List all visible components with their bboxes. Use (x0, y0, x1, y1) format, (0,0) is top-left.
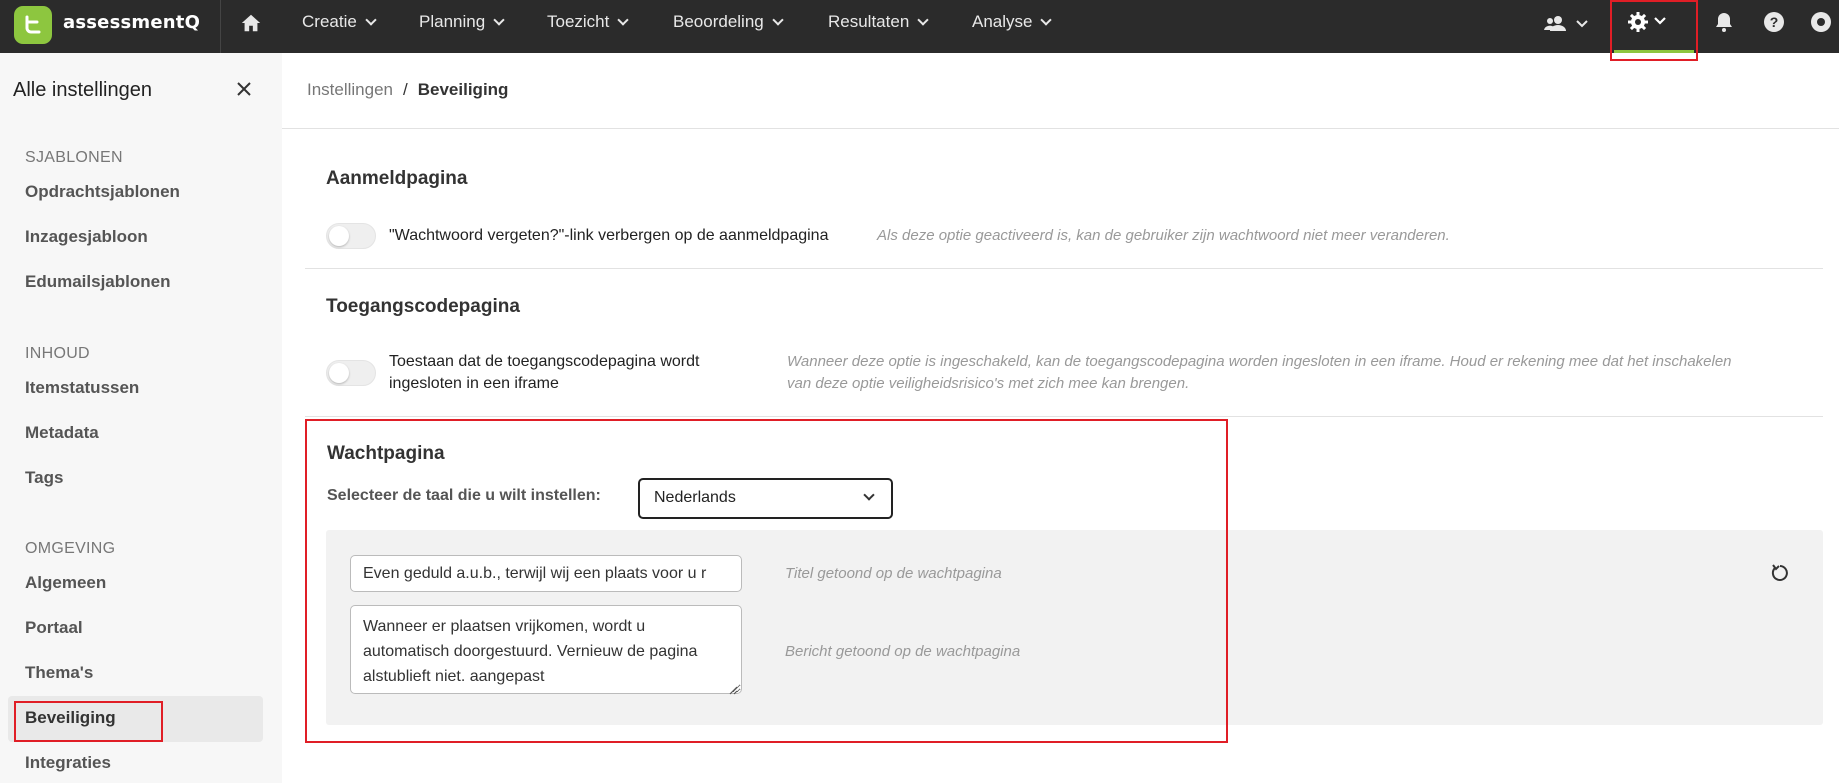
toggle-allow-iframe[interactable] (326, 360, 376, 386)
option-hint-line: van deze optie veiligheidsrisico's met z… (787, 375, 1190, 392)
option-label-hide-forgot-password: "Wachtwoord vergeten?"-link verbergen op… (389, 227, 829, 244)
nav-label: Resultaten (828, 12, 910, 31)
sidebar-item-itemstatussen[interactable]: Itemstatussen (25, 378, 139, 398)
nav-label: Creatie (302, 12, 357, 31)
option-label-line: ingesloten in een iframe (389, 375, 559, 392)
reset-icon[interactable] (1770, 563, 1790, 587)
section-title-login: Aanmeldpagina (326, 168, 468, 189)
option-hint-allow-iframe: Wanneer deze optie is ingeschakeld, kan … (787, 351, 1732, 395)
section-divider (305, 268, 1823, 269)
sidebar-item-opdrachtsjablonen[interactable]: Opdrachtsjablonen (25, 182, 180, 202)
nav-planning[interactable]: Planning (419, 12, 505, 32)
active-item-highlight (14, 701, 163, 742)
sidebar-item-metadata[interactable]: Metadata (25, 423, 99, 443)
sidebar-group-templates: SJABLONEN (25, 149, 123, 166)
nav-label: Planning (419, 12, 486, 31)
chevron-down-icon (917, 13, 929, 26)
divider (220, 0, 221, 53)
brand-name[interactable]: assessmentQ (63, 12, 200, 33)
svg-text:?: ? (1770, 14, 1779, 30)
nav-analyse[interactable]: Analyse (972, 12, 1053, 32)
option-hint-line: Wanneer deze optie is ingeschakeld, kan … (787, 353, 1732, 370)
sidebar-item-themas[interactable]: Thema's (25, 663, 93, 683)
section-title-access-code: Toegangscodepagina (326, 296, 520, 317)
nav-label: Beoordeling (673, 12, 764, 31)
sidebar-group-content: INHOUD (25, 345, 90, 362)
sidebar-item-edumailsjablonen[interactable]: Edumailsjablonen (25, 272, 170, 292)
toggle-hide-forgot-password[interactable] (326, 223, 376, 249)
home-icon[interactable] (240, 12, 262, 38)
sidebar-item-tags[interactable]: Tags (25, 468, 63, 488)
chevron-down-icon (365, 13, 377, 26)
logo-icon[interactable] (14, 6, 52, 44)
waiting-section-highlight (305, 419, 1228, 743)
option-hint-hide-forgot-password: Als deze optie geactiveerd is, kan de ge… (877, 227, 1450, 244)
top-bar: assessmentQ Creatie Planning Toezicht Be… (0, 0, 1839, 53)
option-label-allow-iframe: Toestaan dat de toegangscodepagina wordt… (389, 351, 699, 395)
sidebar-item-integraties[interactable]: Integraties (25, 753, 111, 773)
nav-toezicht[interactable]: Toezicht (547, 12, 630, 32)
chevron-down-icon (772, 13, 784, 26)
help-icon[interactable]: ? (1763, 11, 1785, 37)
breadcrumb: Instellingen / Beveiliging (307, 80, 508, 100)
nav-label: Analyse (972, 12, 1033, 31)
nav-creatie[interactable]: Creatie (302, 12, 377, 32)
chevron-down-icon (1040, 13, 1053, 26)
close-icon[interactable] (236, 81, 252, 101)
settings-sidebar: Alle instellingen SJABLONEN Opdrachtsjab… (0, 53, 282, 783)
users-icon (1544, 16, 1566, 31)
sidebar-item-inzagesjabloon[interactable]: Inzagesjabloon (25, 227, 148, 247)
breadcrumb-current: Beveiliging (417, 80, 509, 99)
chevron-down-icon (493, 13, 505, 26)
bell-icon[interactable] (1714, 11, 1734, 37)
sidebar-group-environment: OMGEVING (25, 540, 116, 557)
sidebar-item-algemeen[interactable]: Algemeen (25, 573, 106, 593)
sidebar-item-portaal[interactable]: Portaal (25, 618, 83, 638)
chevron-down-icon (617, 13, 630, 26)
nav-beoordeling[interactable]: Beoordeling (673, 12, 784, 32)
breadcrumb-parent[interactable]: Instellingen (307, 80, 393, 99)
section-divider (305, 416, 1823, 417)
help-center-icon[interactable] (1810, 11, 1832, 37)
option-label-line: Toestaan dat de toegangscodepagina wordt (389, 353, 700, 370)
nav-resultaten[interactable]: Resultaten (828, 12, 929, 32)
breadcrumb-separator: / (403, 80, 408, 99)
nav-label: Toezicht (547, 12, 610, 31)
sidebar-title: Alle instellingen (13, 79, 152, 101)
header-divider (282, 128, 1839, 129)
users-menu[interactable] (1544, 13, 1594, 39)
settings-highlight (1610, 0, 1698, 61)
